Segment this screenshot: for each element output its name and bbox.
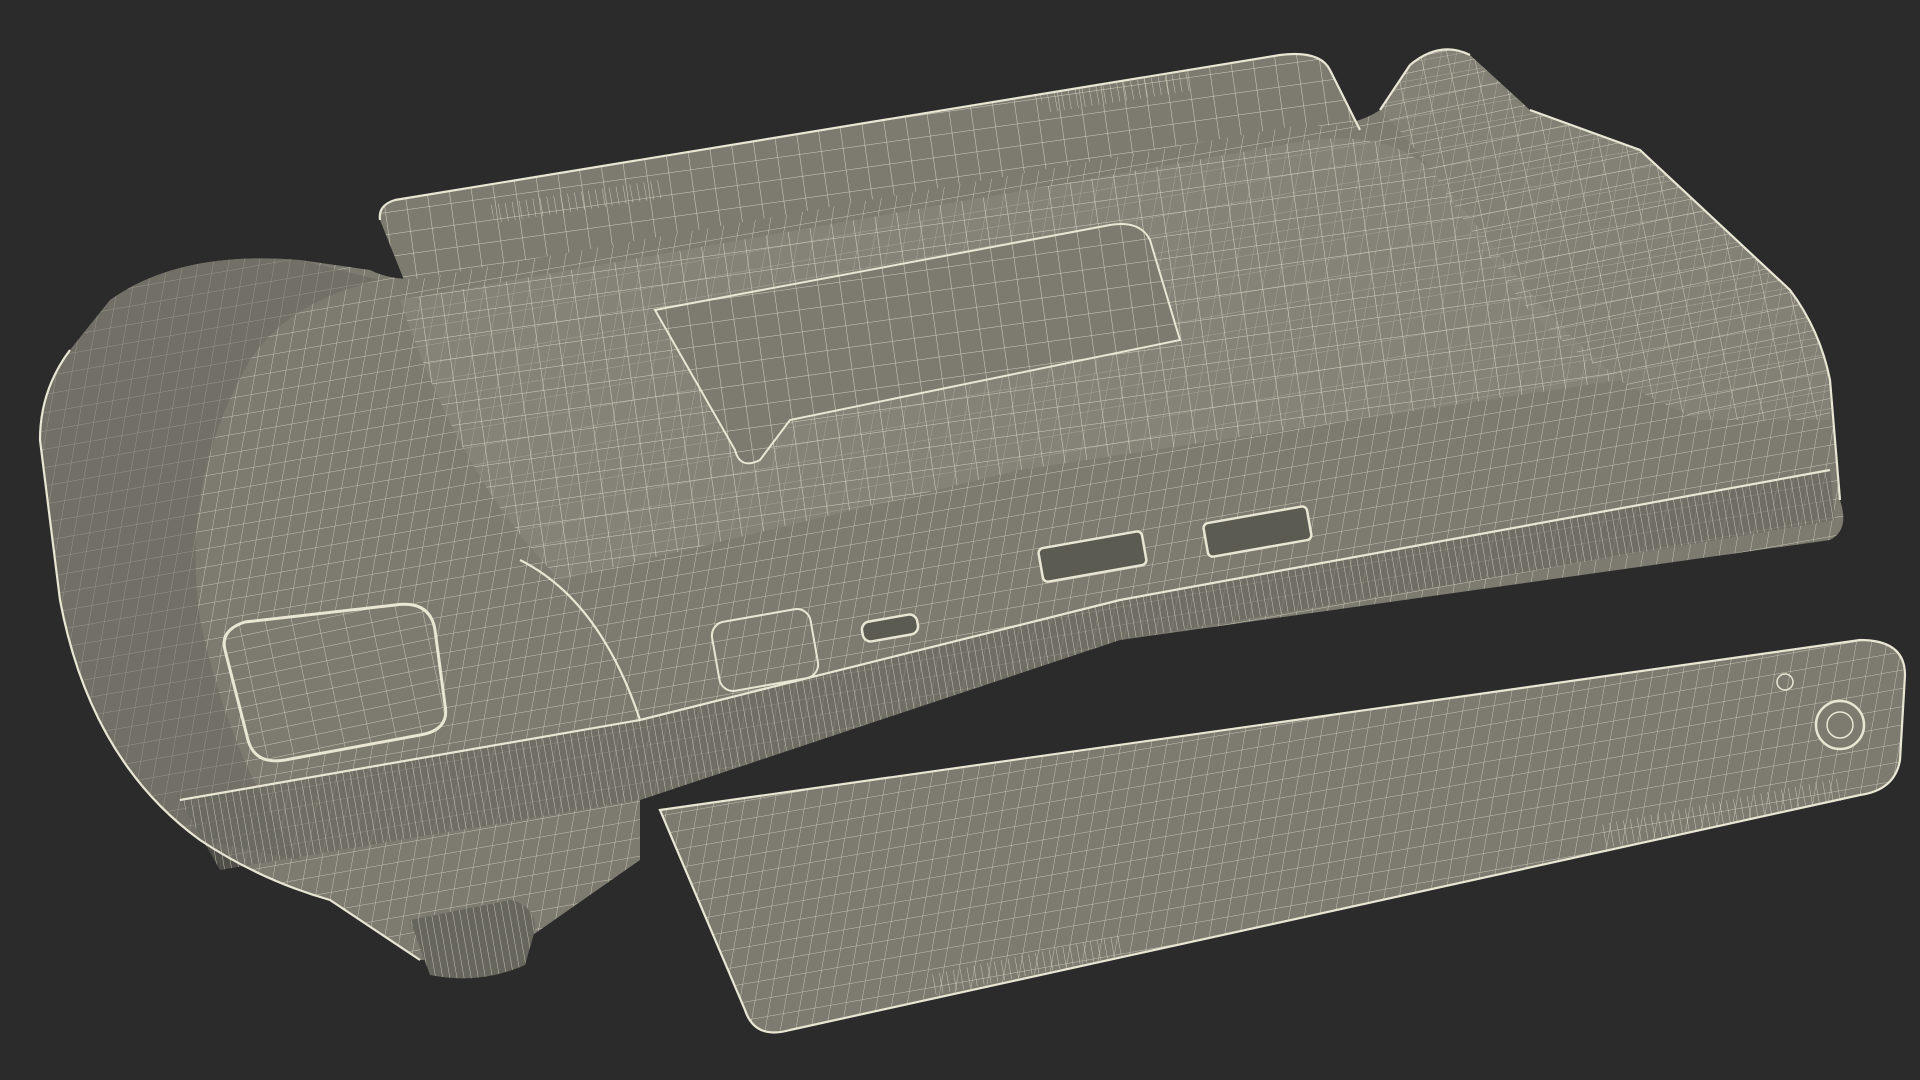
render-viewport [0, 0, 1920, 1080]
tray-round-button [1814, 699, 1866, 751]
console-wireframe-render [38, 48, 1907, 1034]
side-button [222, 602, 448, 763]
